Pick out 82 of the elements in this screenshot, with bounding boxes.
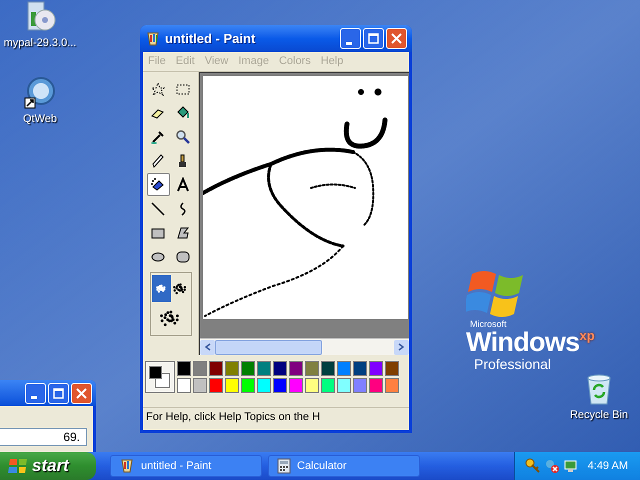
color-swatch[interactable] [257,378,271,393]
line-icon [150,200,166,216]
color-swatch[interactable] [321,361,335,376]
monitor-icon[interactable] [563,458,579,474]
status-text: For Help, click Help Topics on the H [146,410,320,426]
free-select-icon [150,80,166,96]
color-swatch[interactable] [321,378,335,393]
scroll-right-button[interactable] [394,340,409,354]
color-swatch[interactable] [337,378,351,393]
tool-button[interactable] [146,173,170,196]
color-swatch[interactable] [177,361,191,376]
logo-text: Microsoft [470,320,508,329]
color-swatch[interactable] [225,361,239,376]
desktop-icon-label[interactable]: Recycle Bin [570,408,628,422]
pencil-icon [150,152,166,168]
text-tool-icon [175,176,191,192]
minimize-button[interactable] [340,28,361,49]
close-button[interactable] [386,28,407,49]
airbrush-icon [150,176,166,192]
network-error-icon[interactable] [544,458,560,474]
spray-dots-icon [156,283,166,294]
scroll-left-button[interactable] [200,340,215,354]
scrollbar-thumb[interactable] [215,340,322,354]
color-swatch[interactable] [241,378,255,393]
logo-text: Windows [466,329,580,355]
rounded-rectangle-icon [175,248,191,264]
color-swatch[interactable] [273,361,287,376]
desktop-icon-label[interactable]: QtWeb [22,112,58,126]
color-swatch[interactable] [209,361,223,376]
shortcut-icon[interactable] [23,76,57,110]
color-swatch[interactable] [289,361,303,376]
max-button[interactable] [48,382,69,404]
color-swatch[interactable] [193,378,207,393]
color-swatch[interactable] [305,378,319,393]
minimize-icon [31,396,37,399]
current-colors-icon [145,361,175,393]
color-swatch[interactable] [305,361,319,376]
close-button[interactable] [71,382,92,404]
color-swatch[interactable] [353,361,367,376]
maximize-icon [368,33,379,44]
start-button[interactable]: start [0,452,96,480]
paint-app-icon [119,458,135,474]
keys-icon[interactable] [525,458,541,474]
paint-bucket-icon [175,104,191,120]
magnifier-icon [175,128,191,144]
recycle-bin-icon[interactable] [585,374,613,406]
maximize-icon [53,388,64,398]
clock: 4:49 AM [588,458,628,474]
taskbar-button[interactable]: untitled - Paint [110,455,262,477]
eyedropper-icon [150,128,166,144]
color-swatch[interactable] [273,378,287,393]
arrow-right-icon [398,343,405,351]
color-swatch[interactable] [369,378,383,393]
polygon-icon [175,224,191,240]
spray-dots-icon [172,281,188,296]
window-title: untitled - Paint [165,30,256,48]
color-swatch[interactable] [369,361,383,376]
color-swatch[interactable] [209,378,223,393]
logo-text: Professional [474,355,552,373]
close-icon [76,388,87,398]
minimize-icon [346,42,352,44]
color-swatch[interactable] [353,378,367,393]
taskbar-button[interactable]: Calculator [268,455,420,477]
minimize-button[interactable] [25,382,46,404]
color-swatch[interactable] [337,361,351,376]
max-button[interactable] [363,28,384,49]
color-swatch[interactable] [193,361,207,376]
color-swatch[interactable] [385,378,399,393]
windows-flag-icon [8,457,28,475]
desktop-icon-label[interactable]: mypal-29.3.0... [4,36,76,50]
color-swatch[interactable] [225,378,239,393]
color-swatch[interactable] [257,361,271,376]
close-icon [391,33,402,44]
logo-text: xp [580,329,595,342]
calculator-display: 69. [0,428,87,446]
color-swatch[interactable] [241,361,255,376]
color-swatch[interactable] [385,361,399,376]
paint-app-icon [145,30,161,46]
color-swatch[interactable] [289,378,303,393]
arrow-left-icon [204,343,211,351]
color-swatch[interactable] [177,378,191,393]
calculator-icon [277,458,291,474]
